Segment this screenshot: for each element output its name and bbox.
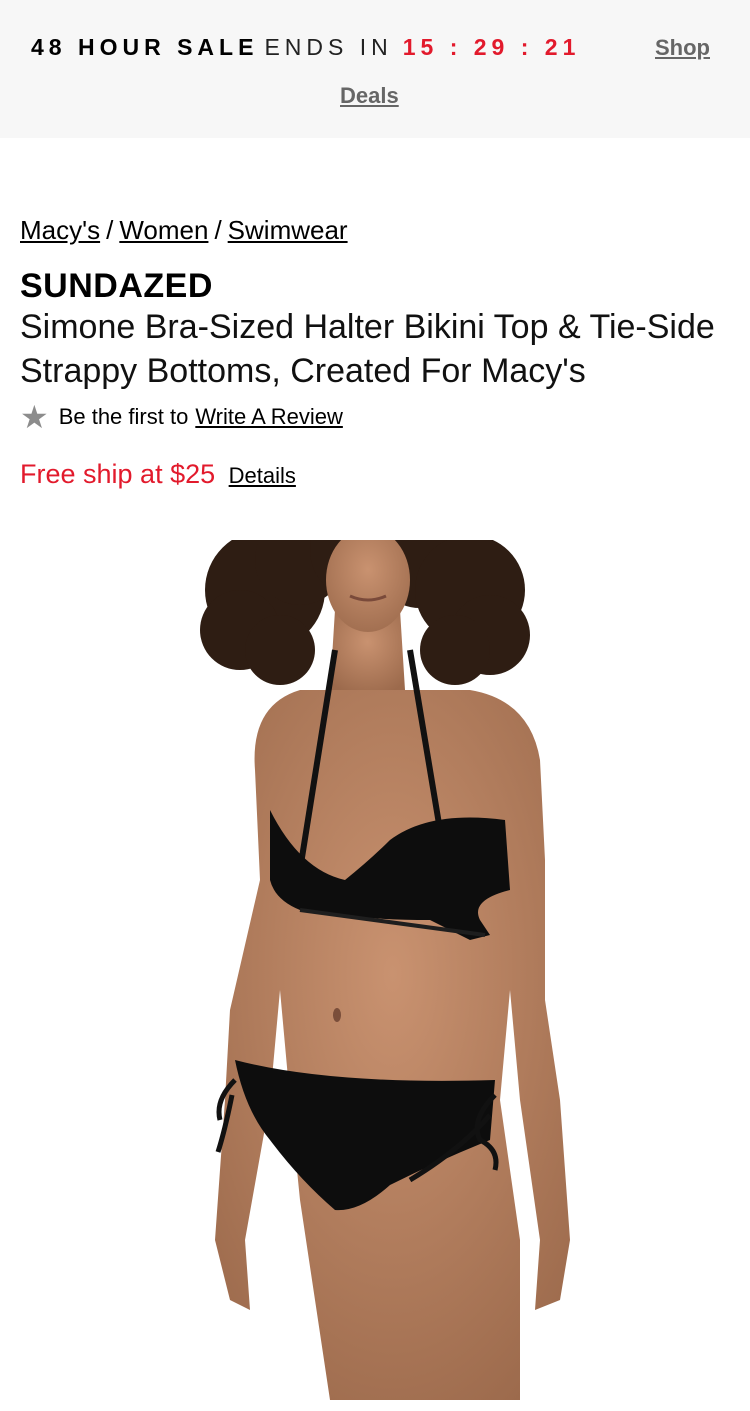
shop-deals-link-continued[interactable]: Deals — [340, 83, 399, 109]
shop-deals-link[interactable]: Shop — [655, 35, 710, 61]
product-photo-icon — [200, 500, 570, 1400]
review-row: ★ Be the first to Write A Review — [20, 398, 343, 436]
free-shipping-text: Free ship at $25 — [20, 459, 216, 489]
review-prompt: Be the first to — [58, 404, 189, 429]
breadcrumb-item-women[interactable]: Women — [119, 215, 208, 245]
breadcrumb-separator: / — [106, 215, 114, 245]
shipping-row: Free ship at $25 Details — [20, 456, 296, 494]
sale-label: 48 HOUR SALE — [31, 34, 259, 60]
sale-countdown: 48 HOUR SALE ENDS IN 15 : 29 : 21 — [31, 32, 580, 62]
breadcrumb-separator: / — [214, 215, 222, 245]
star-icon: ★ — [20, 398, 49, 436]
product-image[interactable] — [0, 500, 750, 1406]
breadcrumb-item-swimwear[interactable]: Swimwear — [228, 215, 348, 245]
breadcrumb: Macy's / Women / Swimwear — [20, 214, 348, 246]
ends-in-label: ENDS IN — [264, 34, 393, 60]
product-brand[interactable]: SUNDAZED — [20, 266, 213, 306]
product-title: Simone Bra-Sized Halter Bikini Top & Tie… — [20, 308, 715, 390]
shipping-details-link[interactable]: Details — [229, 463, 296, 488]
promo-banner: 48 HOUR SALE ENDS IN 15 : 29 : 21 Shop Dea… — [0, 0, 750, 138]
countdown-timer: 15 : 29 : 21 — [402, 34, 581, 60]
breadcrumb-item-macys[interactable]: Macy's — [20, 215, 100, 245]
write-review-link[interactable]: Write A Review — [195, 402, 343, 432]
